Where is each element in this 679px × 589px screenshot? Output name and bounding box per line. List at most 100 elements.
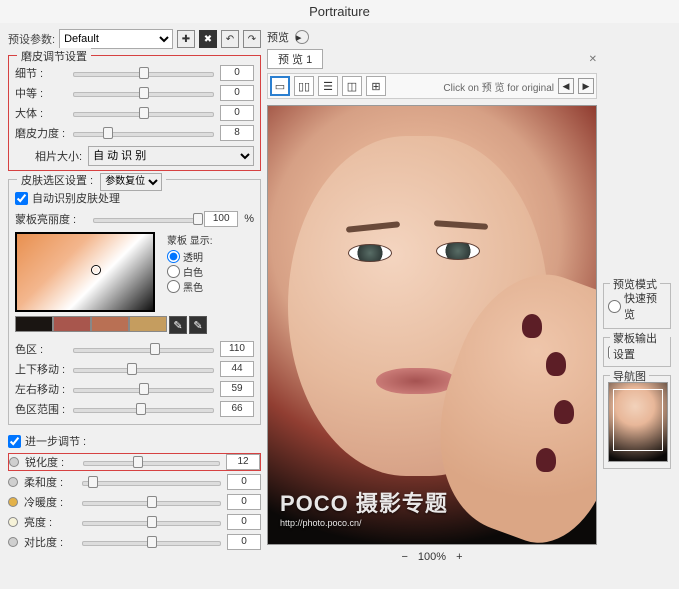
slider-value[interactable]: 0 xyxy=(227,514,261,530)
auto-skin-label: 自动识别皮肤处理 xyxy=(32,190,120,206)
zoom-out-button[interactable]: − xyxy=(401,551,407,563)
slider-row: 上下移动 : 44 xyxy=(15,360,254,378)
slider-value[interactable]: 12 xyxy=(226,454,260,470)
slider-label: 对比度 : xyxy=(24,534,76,550)
slider-row: 冷暖度 :0 xyxy=(8,493,261,511)
slider-track[interactable] xyxy=(73,87,214,99)
preset-select[interactable]: Default xyxy=(59,29,173,49)
zoom-in-button[interactable]: + xyxy=(456,551,462,563)
color-picker[interactable] xyxy=(15,232,155,312)
color-swatch[interactable] xyxy=(129,316,167,332)
preview-mode-group: 预览模式 快速预览 xyxy=(603,283,671,329)
slider-label: 上下移动 : xyxy=(15,361,67,377)
layout-split-h-icon[interactable]: ▯▯ xyxy=(294,76,314,96)
slider-track[interactable] xyxy=(82,496,221,508)
indicator-dot xyxy=(8,537,18,547)
eyedropper-icon[interactable]: ✎ xyxy=(189,316,207,334)
slider-track[interactable] xyxy=(73,403,214,415)
slider-value[interactable]: 0 xyxy=(220,65,254,81)
mask-bright-value[interactable]: 100 xyxy=(204,211,238,227)
preset-row: 预设参数: Default ✚ ✖ ↶ ↷ xyxy=(8,29,261,49)
color-swatch[interactable] xyxy=(15,316,53,332)
mask-show-option: 白色 xyxy=(183,264,203,279)
slider-value[interactable]: 0 xyxy=(227,534,261,550)
mask-output-group: 蒙板输出设置 创建透 xyxy=(603,337,671,367)
mask-bright-label: 蒙板亮丽度 : xyxy=(15,211,87,227)
pct-label: % xyxy=(244,213,254,225)
mask-show-option: 透明 xyxy=(183,249,203,264)
adjust-toggle-checkbox[interactable] xyxy=(8,435,21,448)
photosize-label: 相片大小: xyxy=(35,148,82,164)
tab-close-icon[interactable]: ✕ xyxy=(589,54,597,65)
slider-value[interactable]: 0 xyxy=(220,85,254,101)
slider-track[interactable] xyxy=(73,127,214,139)
slider-row: 色区范围 : 66 xyxy=(15,400,254,418)
photosize-select[interactable]: 自 动 识 别 xyxy=(88,146,254,166)
next-arrow-icon[interactable]: ▶ xyxy=(578,78,594,94)
slider-label: 大体 : xyxy=(15,105,67,121)
slider-row: 亮度 : 0 xyxy=(8,513,261,531)
preview-image[interactable]: POCO 摄影专题 http://photo.poco.cn/ xyxy=(267,105,597,545)
slider-track[interactable] xyxy=(73,107,214,119)
slider-track[interactable] xyxy=(83,456,220,468)
layout-quad-icon[interactable]: ⊞ xyxy=(366,76,386,96)
slider-value[interactable]: 44 xyxy=(220,361,254,377)
watermark: POCO 摄影专题 http://photo.poco.cn/ xyxy=(280,486,448,528)
layout-split-v-icon[interactable]: ☰ xyxy=(318,76,338,96)
preview-tab[interactable]: 预 览 1 xyxy=(267,49,323,69)
slider-label: 中等 : xyxy=(15,85,67,101)
layout-dual-icon[interactable]: ◫ xyxy=(342,76,362,96)
slider-value[interactable]: 0 xyxy=(227,474,261,490)
auto-skin-checkbox[interactable] xyxy=(15,192,28,205)
slider-track[interactable] xyxy=(73,383,214,395)
adjust-title: 进一步调节 : xyxy=(25,433,86,449)
slider-track[interactable] xyxy=(82,476,221,488)
mask-show-radio[interactable] xyxy=(167,250,180,263)
preview-hint: Click on 预 览 for original xyxy=(443,79,554,94)
slider-value[interactable]: 8 xyxy=(220,125,254,141)
slider-track[interactable] xyxy=(73,363,214,375)
slider-value[interactable]: 59 xyxy=(220,381,254,397)
slider-label: 细节 : xyxy=(15,65,67,81)
preview-mode-icon[interactable]: ▸ xyxy=(295,30,309,44)
slider-value[interactable]: 110 xyxy=(220,341,254,357)
color-swatch[interactable] xyxy=(91,316,129,332)
undo-icon[interactable]: ↶ xyxy=(221,30,239,48)
preset-delete-icon[interactable]: ✖ xyxy=(199,30,217,48)
slider-label: 色区范围 : xyxy=(15,401,67,417)
slider-track[interactable] xyxy=(82,516,221,528)
slider-label: 色区 : xyxy=(15,341,67,357)
mask-output-title: 蒙板输出设置 xyxy=(610,330,670,362)
indicator-dot xyxy=(8,477,18,487)
slider-track[interactable] xyxy=(73,343,214,355)
navigator-group: 导航图 xyxy=(603,375,671,469)
mask-show-label: 蒙板 显示: xyxy=(167,232,213,247)
quick-preview-radio[interactable] xyxy=(608,300,621,313)
mask-bright-slider[interactable] xyxy=(93,213,198,225)
skin-reset-select[interactable]: 参数复位 xyxy=(100,173,162,191)
navigator-thumb[interactable] xyxy=(608,382,668,462)
smoothing-group: 磨皮调节设置 细节 :0中等 :0大体 :0磨皮力度 :8 相片大小: 自 动 … xyxy=(8,55,261,171)
eyedropper-icon[interactable]: ✎ xyxy=(169,316,187,334)
mask-show-radio[interactable] xyxy=(167,280,180,293)
slider-value[interactable]: 66 xyxy=(220,401,254,417)
indicator-dot xyxy=(8,497,18,507)
slider-row: 细节 : 0 xyxy=(15,64,254,82)
slider-label: 锐化度 : xyxy=(25,454,77,470)
preset-save-icon[interactable]: ✚ xyxy=(177,30,195,48)
slider-label: 左右移动 : xyxy=(15,381,67,397)
indicator-dot xyxy=(8,517,18,527)
prev-arrow-icon[interactable]: ◀ xyxy=(558,78,574,94)
slider-label: 亮度 : xyxy=(24,514,76,530)
redo-icon[interactable]: ↷ xyxy=(243,30,261,48)
slider-label: 柔和度 : xyxy=(24,474,76,490)
layout-single-icon[interactable]: ▭ xyxy=(270,76,290,96)
zoom-value: 100% xyxy=(418,551,446,563)
slider-label: 磨皮力度 : xyxy=(15,125,67,141)
color-swatch[interactable] xyxy=(53,316,91,332)
slider-track[interactable] xyxy=(73,67,214,79)
slider-value[interactable]: 0 xyxy=(220,105,254,121)
slider-track[interactable] xyxy=(82,536,221,548)
slider-value[interactable]: 0 xyxy=(227,494,261,510)
mask-show-radio[interactable] xyxy=(167,265,180,278)
